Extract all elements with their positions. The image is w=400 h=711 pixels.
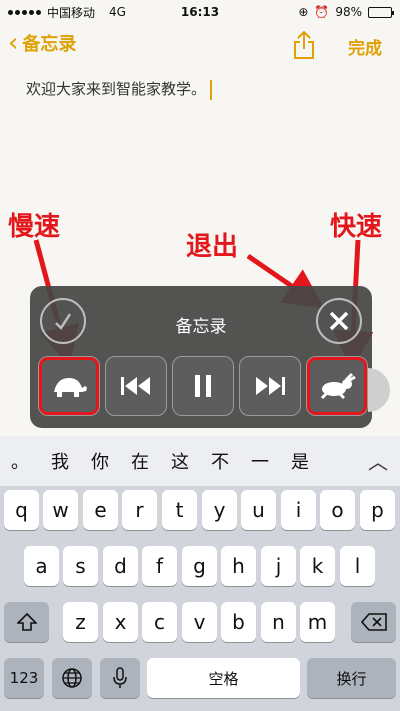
keyboard: 。 我 你 在 这 不 一 是 ︿ q w e r t y u i o p a … — [0, 436, 400, 711]
pause-icon — [195, 375, 211, 397]
key-h[interactable]: h — [221, 546, 256, 586]
key-a[interactable]: a — [24, 546, 59, 586]
candidate[interactable]: 是 — [280, 448, 320, 474]
candidate[interactable]: 我 — [40, 448, 80, 474]
close-icon — [329, 311, 349, 331]
return-key[interactable]: 换行 — [307, 658, 396, 698]
skip-forward-icon — [256, 377, 285, 395]
key-row-4: 123 空格 换行 — [0, 658, 400, 702]
rabbit-icon — [320, 372, 356, 400]
key-n[interactable]: n — [261, 602, 296, 642]
key-e[interactable]: e — [83, 490, 118, 530]
speed-up-button[interactable] — [306, 356, 368, 416]
key-j[interactable]: j — [261, 546, 296, 586]
next-button[interactable] — [239, 356, 301, 416]
candidate-bar: 。 我 你 在 这 不 一 是 ︿ — [0, 436, 400, 486]
key-row-3: z x c v b n m — [0, 602, 400, 646]
previous-button[interactable] — [105, 356, 167, 416]
turtle-icon — [54, 378, 87, 397]
exit-button[interactable] — [316, 298, 362, 344]
key-q[interactable]: q — [4, 490, 39, 530]
candidate[interactable]: 不 — [200, 448, 240, 474]
backspace-icon — [360, 613, 387, 631]
microphone-icon — [113, 667, 127, 688]
key-m[interactable]: m — [300, 602, 335, 642]
candidate[interactable]: 这 — [160, 448, 200, 474]
candidate[interactable]: 你 — [80, 448, 120, 474]
globe-icon — [62, 668, 82, 688]
globe-key[interactable] — [52, 658, 92, 698]
key-t[interactable]: t — [162, 490, 197, 530]
dictation-key[interactable] — [100, 658, 140, 698]
key-z[interactable]: z — [63, 602, 98, 642]
delete-key[interactable] — [351, 602, 396, 642]
slow-down-button[interactable] — [38, 356, 100, 416]
pause-button[interactable] — [172, 356, 234, 416]
skip-back-icon — [121, 377, 150, 395]
key-c[interactable]: c — [142, 602, 177, 642]
key-f[interactable]: f — [142, 546, 177, 586]
key-r[interactable]: r — [122, 490, 157, 530]
candidate[interactable]: 一 — [240, 448, 280, 474]
chevron-up-icon[interactable]: ︿ — [368, 446, 388, 475]
key-b[interactable]: b — [221, 602, 256, 642]
candidate[interactable]: 在 — [120, 448, 160, 474]
key-i[interactable]: i — [281, 490, 316, 530]
key-p[interactable]: p — [360, 490, 395, 530]
key-y[interactable]: y — [202, 490, 237, 530]
key-l[interactable]: l — [340, 546, 375, 586]
numbers-key[interactable]: 123 — [4, 658, 44, 698]
key-g[interactable]: g — [182, 546, 217, 586]
space-key[interactable]: 空格 — [147, 658, 300, 698]
shift-key[interactable] — [4, 602, 49, 642]
key-row-2: a s d f g h j k l — [0, 546, 400, 590]
key-k[interactable]: k — [300, 546, 335, 586]
key-x[interactable]: x — [103, 602, 138, 642]
candidate[interactable]: 。 — [0, 448, 40, 474]
key-d[interactable]: d — [103, 546, 138, 586]
shift-icon — [16, 613, 37, 631]
speak-screen-controller: 备忘录 — [30, 286, 372, 428]
key-row-1: q w e r t y u i o p — [0, 490, 400, 534]
key-v[interactable]: v — [182, 602, 217, 642]
key-s[interactable]: s — [63, 546, 98, 586]
key-w[interactable]: w — [43, 490, 78, 530]
key-u[interactable]: u — [241, 490, 276, 530]
key-o[interactable]: o — [320, 490, 355, 530]
